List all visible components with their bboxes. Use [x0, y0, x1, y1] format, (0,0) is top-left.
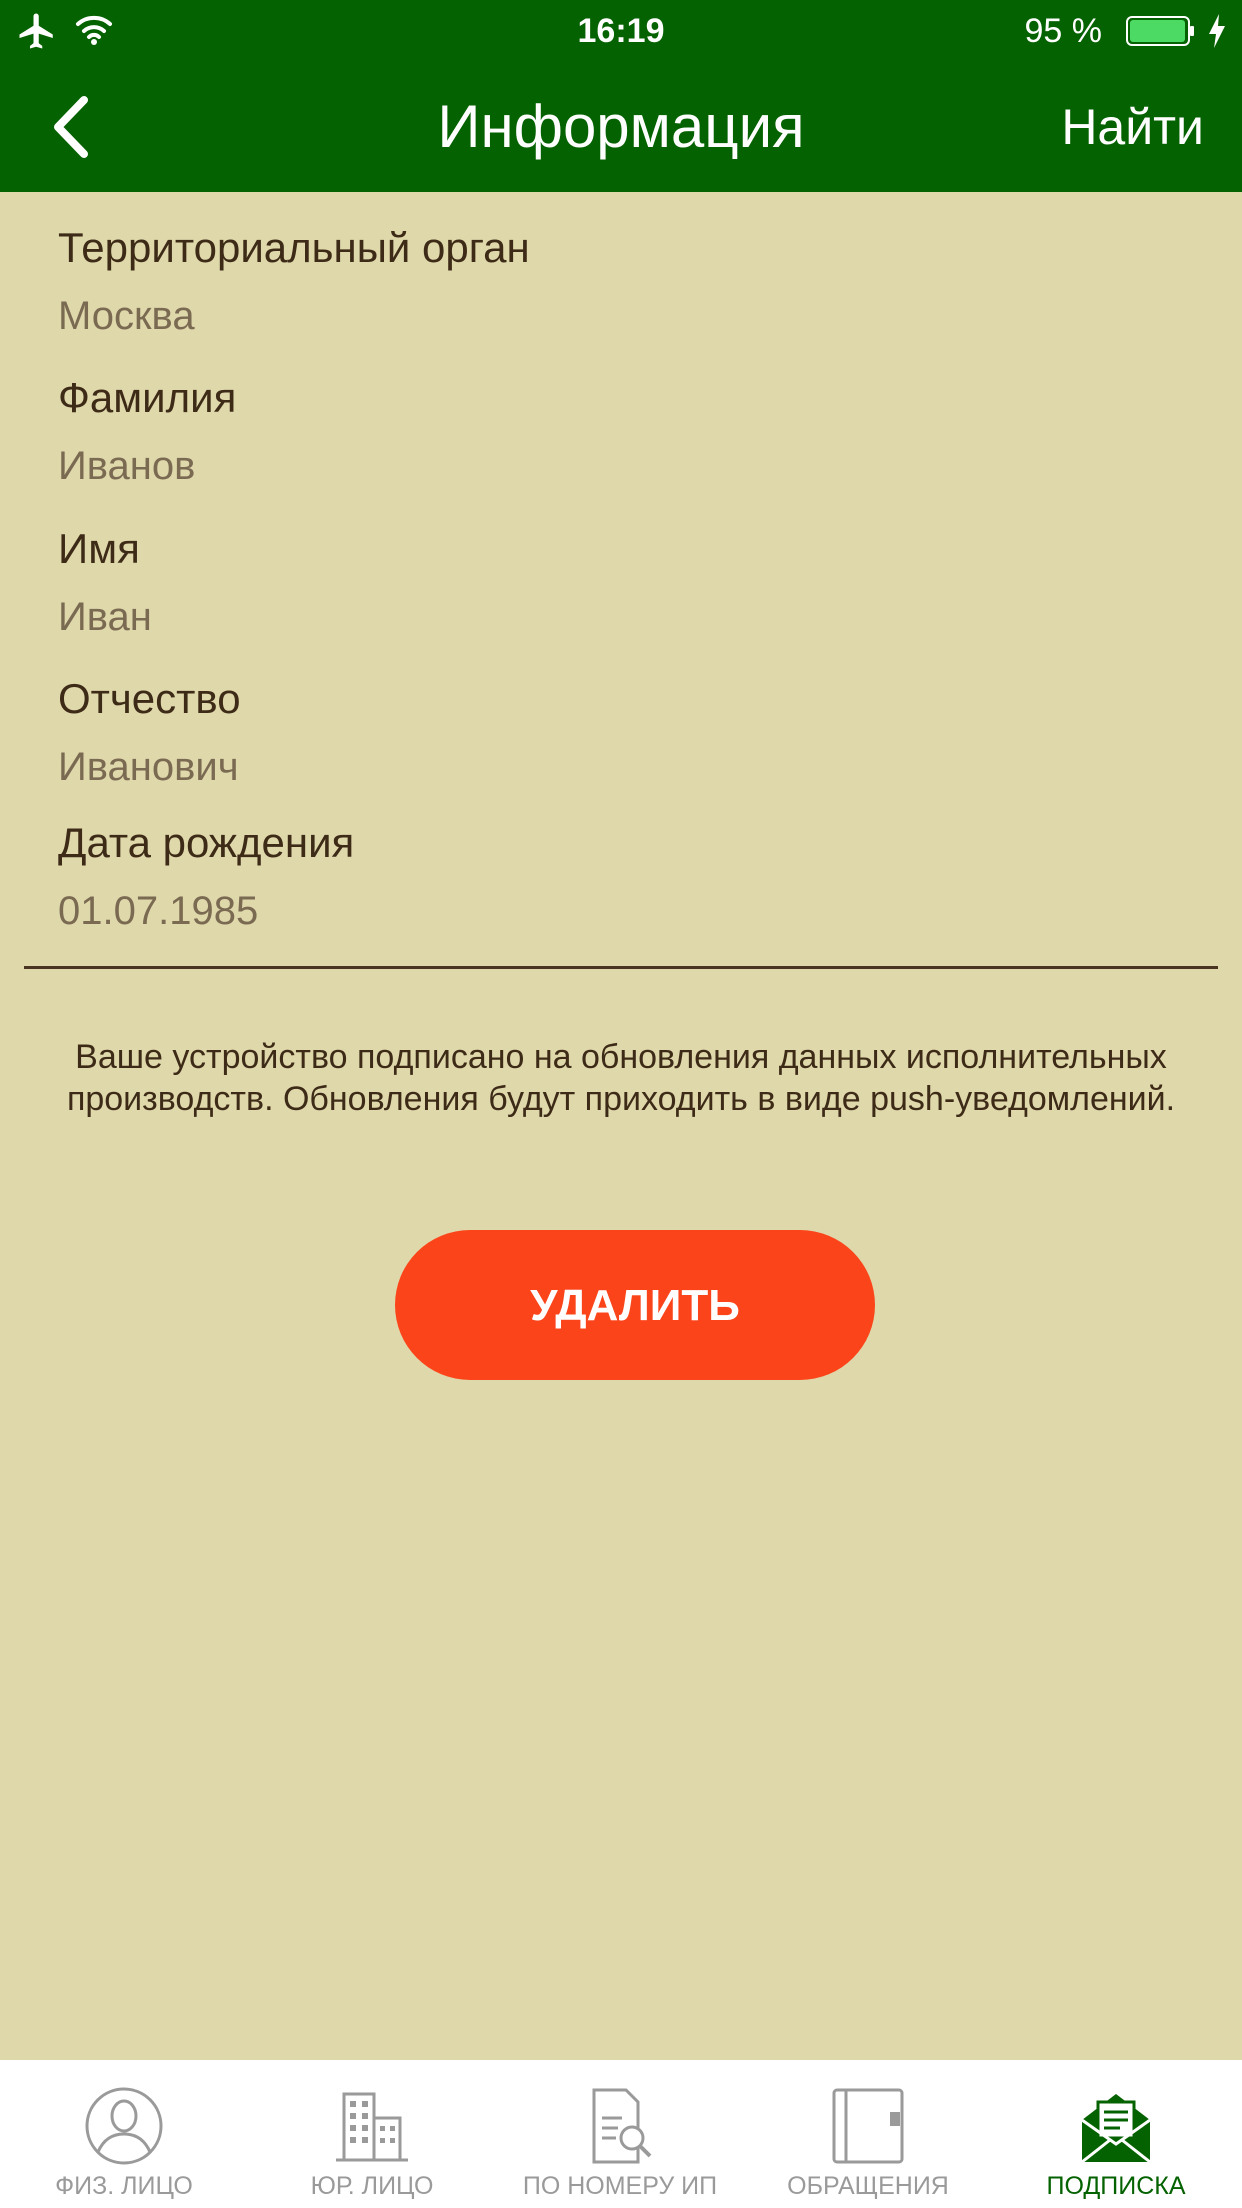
tab-label: ОБРАЩЕНИЯ: [787, 2172, 949, 2200]
field-value: 01.07.1985: [58, 889, 259, 933]
field-birth-date: Дата рождения 01.07.1985: [58, 819, 1178, 934]
tab-label: ПО НОМЕРУ ИП: [522, 2172, 718, 2200]
charging-bolt-icon: [1209, 14, 1225, 48]
tab-subscription[interactable]: ПОДПИСКА: [992, 2060, 1240, 2208]
field-label: Отчество: [58, 675, 241, 722]
navigation-bar: Информация Найти: [0, 62, 1242, 192]
buildings-icon: [336, 2092, 408, 2162]
subscription-notice: Ваше устройство подписано на обновления …: [66, 1038, 1176, 1118]
field-label: Дата рождения: [58, 819, 355, 866]
tab-label: ФИЗ. ЛИЦО: [55, 2172, 193, 2200]
tab-label: ЮР. ЛИЦО: [310, 2172, 434, 2200]
search-button[interactable]: Найти: [1061, 98, 1204, 156]
page-title: Информация: [437, 93, 805, 160]
tab-appeals[interactable]: ОБРАЩЕНИЯ: [744, 2060, 992, 2208]
battery-percent: 95 %: [1024, 12, 1103, 50]
envelope-icon: [1081, 2094, 1151, 2164]
tab-by-number[interactable]: ПО НОМЕРУ ИП: [496, 2060, 744, 2208]
field-value: Москва: [58, 294, 195, 338]
field-value: Иванов: [58, 444, 196, 488]
person-icon: [85, 2087, 163, 2165]
field-value: Иван: [58, 595, 152, 639]
tab-bar: ФИЗ. ЛИЦО ЮР. ЛИЦО ПО НОМЕРУ ИП ОБРАЩЕНИ…: [0, 2060, 1242, 2208]
field-last-name: Фамилия Иванов: [58, 374, 1178, 489]
book-icon: [832, 2088, 904, 2164]
tab-legal-entity[interactable]: ЮР. ЛИЦО: [248, 2060, 496, 2208]
tab-individual[interactable]: ФИЗ. ЛИЦО: [0, 2060, 248, 2208]
field-value: Иванович: [58, 745, 239, 789]
tab-label: ПОДПИСКА: [1046, 2172, 1186, 2200]
battery-icon: [1126, 16, 1194, 46]
document-search-icon: [592, 2088, 652, 2164]
field-territorial-body: Территориальный орган Москва: [58, 224, 1178, 339]
field-first-name: Имя Иван: [58, 525, 1178, 640]
divider: [24, 966, 1218, 969]
field-label: Имя: [58, 525, 140, 572]
field-label: Фамилия: [58, 374, 237, 421]
field-label: Территориальный орган: [58, 224, 530, 271]
field-patronymic: Отчество Иванович: [58, 675, 1178, 790]
delete-button[interactable]: УДАЛИТЬ: [395, 1230, 875, 1380]
status-bar: 16:19 95 %: [0, 0, 1242, 62]
